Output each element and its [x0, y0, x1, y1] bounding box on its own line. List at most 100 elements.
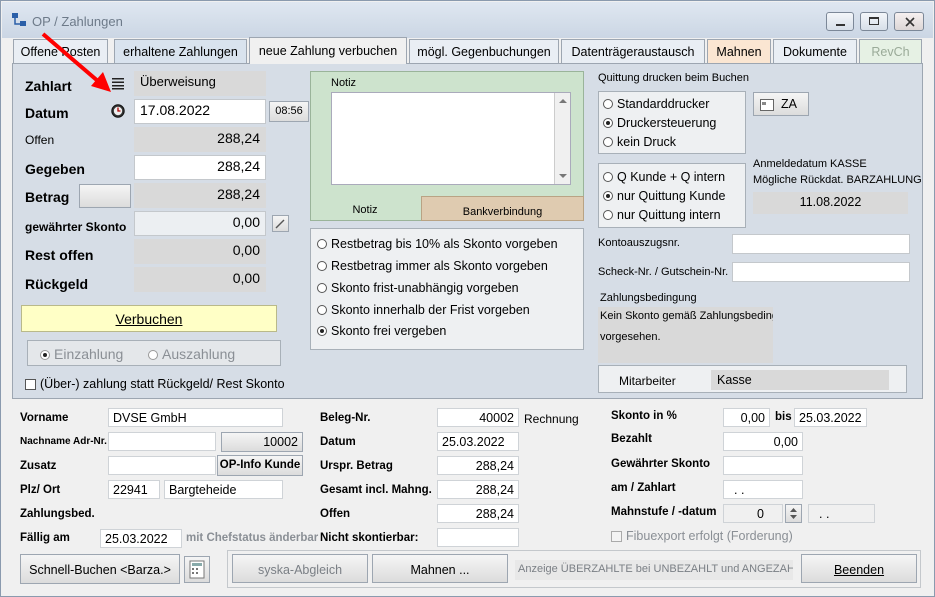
scroll-up-icon[interactable]: [555, 93, 571, 109]
rueckgeld-value: 0,00: [134, 267, 266, 292]
tab-datentraegeraustausch[interactable]: Datenträgeraustausch: [561, 39, 705, 63]
quittung-kunde-radio[interactable]: nur Quittung Kunde: [603, 189, 725, 203]
datum-input[interactable]: 17.08.2022: [134, 99, 266, 124]
time-button[interactable]: 08:56: [269, 101, 309, 122]
bezahlt-field[interactable]: 0,00: [723, 432, 803, 451]
printer-none-radio[interactable]: kein Druck: [603, 135, 676, 149]
close-button[interactable]: [894, 12, 924, 31]
skonto-bis-field[interactable]: 25.03.2022: [794, 408, 867, 427]
betrag-label: Betrag: [25, 189, 70, 205]
nachname-field[interactable]: [108, 432, 216, 451]
rest-offen-label: Rest offen: [25, 247, 94, 263]
gegeben-input[interactable]: 288,24: [134, 155, 266, 180]
rest-offen-value: 0,00: [134, 239, 266, 264]
nicht-skontierbar-field[interactable]: [437, 528, 519, 547]
faellig-field[interactable]: 25.03.2022: [100, 529, 182, 548]
beleg-type: Rechnung: [524, 412, 579, 426]
quittung-both-label: Q Kunde + Q intern: [617, 170, 726, 184]
quittung-type-group: Q Kunde + Q intern nur Quittung Kunde nu…: [598, 163, 746, 228]
skonto-option-3[interactable]: Skonto frist-unabhängig vorgeben: [317, 281, 519, 295]
schnell-buchen-button[interactable]: Schnell-Buchen <Barza.>: [20, 554, 180, 584]
mahnen-button[interactable]: Mahnen ...: [372, 554, 508, 583]
tab-mahnen[interactable]: Mahnen: [707, 39, 771, 63]
printer-standard-label: Standarddrucker: [617, 97, 710, 111]
verbuchen-button[interactable]: Verbuchen: [21, 305, 277, 332]
close-icon: [905, 17, 915, 27]
vorname-label: Vorname: [20, 412, 69, 424]
gewaehrter-skonto-field[interactable]: [723, 456, 803, 475]
vorname-field[interactable]: DVSE GmbH: [108, 408, 283, 427]
scroll-down-icon[interactable]: [555, 168, 571, 184]
beenden-button[interactable]: Beenden: [801, 554, 917, 583]
minimize-icon: [836, 24, 845, 26]
kontoauszug-input[interactable]: [732, 234, 910, 254]
mahnstufe-field[interactable]: 0: [723, 504, 783, 523]
zusatz-field[interactable]: [108, 456, 216, 475]
zb-line2: vorgesehen.: [600, 331, 661, 343]
direction-group: Einzahlung Auszahlung: [27, 340, 281, 366]
beleg-nr-field[interactable]: 40002: [437, 408, 519, 427]
maximize-button[interactable]: [860, 12, 888, 31]
printer-steuerung-radio[interactable]: Druckersteuerung: [603, 116, 716, 130]
adr-nr-field[interactable]: 10002: [221, 432, 303, 452]
notiz-label: Notiz: [331, 77, 357, 89]
gewaehrter-skonto-label: Gewährter Skonto: [611, 458, 711, 470]
maximize-icon: [869, 17, 879, 25]
skonto-pct-field[interactable]: 0,00: [723, 408, 770, 427]
minimize-button[interactable]: [826, 12, 854, 31]
tab-moegl-gegenbuchungen[interactable]: mögl. Gegenbuchungen: [409, 39, 559, 63]
kontoauszug-label: Kontoauszugsnr.: [598, 237, 680, 249]
einzahlung-radio[interactable]: Einzahlung: [40, 346, 123, 362]
gegeben-label: Gegeben: [25, 161, 85, 177]
ort-field[interactable]: Bargteheide: [164, 480, 283, 499]
notiz-scrollbar[interactable]: [554, 93, 570, 184]
quittung-both-radio[interactable]: Q Kunde + Q intern: [603, 170, 725, 184]
notiz-subtab[interactable]: Notiz: [311, 196, 419, 222]
ueberzahlung-label: (Über-) zahlung statt Rückgeld/ Rest Sko…: [40, 377, 285, 391]
anmelde-date: 11.08.2022: [753, 192, 908, 214]
notiz-box: Notiz Notiz Bankverbindung: [310, 71, 584, 221]
skonto-label: gewährter Skonto: [25, 220, 127, 234]
quittung-intern-radio[interactable]: nur Quittung intern: [603, 208, 721, 222]
tab-erhaltene-zahlungen[interactable]: erhaltene Zahlungen: [114, 39, 247, 63]
op-info-kunde-button[interactable]: OP-Info Kunde: [217, 455, 303, 476]
skonto-option-5[interactable]: Skonto frei vergeben: [317, 324, 446, 338]
printer-standard-radio[interactable]: Standarddrucker: [603, 97, 709, 111]
scheck-input[interactable]: [732, 262, 910, 282]
bankverbindung-subtab[interactable]: Bankverbindung: [421, 196, 584, 221]
gesamt-label: Gesamt incl. Mahng.: [320, 484, 432, 496]
tab-neue-zahlung-verbuchen[interactable]: neue Zahlung verbuchen: [249, 37, 407, 64]
urspr-betrag-field[interactable]: 288,24: [437, 456, 519, 475]
skonto-option-4[interactable]: Skonto innerhalb der Frist vorgeben: [317, 303, 530, 317]
skonto-option-3-label: Skonto frist-unabhängig vorgeben: [331, 281, 519, 295]
tab-dokumente[interactable]: Dokumente: [773, 39, 857, 63]
mahnstufe-spinner[interactable]: [785, 504, 802, 523]
window-title: OP / Zahlungen: [32, 14, 123, 29]
za-button[interactable]: ZA: [753, 92, 809, 116]
calculator-button[interactable]: [184, 556, 210, 583]
zahlart-field[interactable]: Überweisung: [134, 71, 266, 96]
offen-value: 288,24: [134, 127, 266, 152]
skonto-edit-button[interactable]: [272, 215, 289, 232]
mahndatum-field[interactable]: . .: [808, 504, 875, 523]
faellig-label: Fällig am: [20, 532, 70, 544]
fibuexport-checkbox[interactable]: Fibuexport erfolgt (Forderung): [611, 529, 793, 543]
skonto-input[interactable]: 0,00: [134, 211, 266, 236]
zusatz-label: Zusatz: [20, 460, 57, 472]
skonto-option-2[interactable]: Restbetrag immer als Skonto vorgeben: [317, 259, 548, 273]
gesamt-field[interactable]: 288,24: [437, 480, 519, 499]
am-zahlart-field[interactable]: . .: [723, 480, 803, 499]
betrag-button[interactable]: [79, 184, 131, 208]
syska-abgleich-button[interactable]: syska-Abgleich: [232, 554, 368, 583]
fibuexport-label: Fibuexport erfolgt (Forderung): [626, 529, 793, 543]
plz-field[interactable]: 22941: [108, 480, 160, 499]
skonto-option-1[interactable]: Restbetrag bis 10% als Skonto vorgeben: [317, 237, 558, 251]
auszahlung-radio[interactable]: Auszahlung: [148, 346, 235, 362]
beleg-offen-field[interactable]: 288,24: [437, 504, 519, 523]
beleg-datum-field[interactable]: 25.03.2022: [437, 432, 519, 451]
tab-revch[interactable]: RevCh: [859, 39, 922, 63]
clock-icon[interactable]: [111, 104, 125, 118]
window: OP / Zahlungen Offene Posten erhaltene Z…: [0, 0, 935, 597]
notiz-textarea[interactable]: [331, 92, 571, 185]
ueberzahlung-checkbox[interactable]: (Über-) zahlung statt Rückgeld/ Rest Sko…: [25, 377, 285, 391]
